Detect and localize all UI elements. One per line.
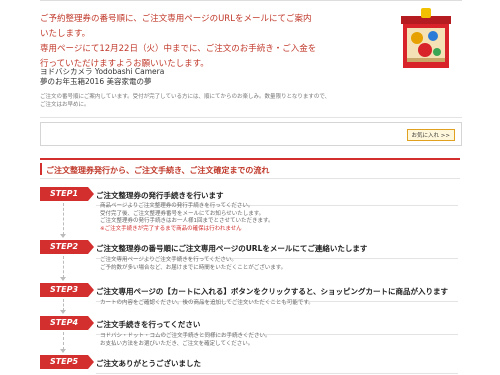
- lucky-box-image: [401, 8, 451, 68]
- add-to-favorites-button[interactable]: お気に入れ >>: [406, 129, 455, 141]
- step-heading: ご注文ありがとうございました: [96, 358, 458, 374]
- step-text: お支払い方法をお選びいただき、ご注文を確定してください。: [100, 340, 254, 347]
- flow-arrow: [60, 256, 66, 281]
- cart-panel: お気に入れ >>: [40, 122, 462, 146]
- intro-message: ご予約整理券の番号順に、ご注文専用ページのURLをメールにてご案内 いたします。…: [40, 12, 330, 72]
- step-badge: STEP2: [40, 240, 94, 254]
- step-description: カートの内容をご確認ください。後の商品を追加してご注文いただくことも可能です。: [100, 300, 455, 308]
- step-description: ご注文専用ページよりご注文手続きを行ってください。 ご予約数が多い場合など、お届…: [100, 257, 455, 272]
- shop-name: ヨドバシカメラ Yodobashi Camera: [40, 67, 165, 76]
- flow-title: ご注文整理券発行から、ご注文手続き、ご注文確定までの流れ: [46, 166, 270, 175]
- step-badge: STEP1: [40, 187, 94, 201]
- step-description: 商品ページよりご注文整理券の発行手続きを行ってください。 受付完了後、ご注文整理…: [100, 203, 455, 233]
- step-text: ヨドバシ・ドット・コムのご注文手続きと同様にお手続きください。: [100, 333, 271, 339]
- flow-arrow: [60, 332, 66, 353]
- step-badge: STEP5: [40, 355, 94, 369]
- step-text: 受付完了後、ご注文整理券番号をメールにてお知らせいたします。: [100, 210, 265, 217]
- step-text: ご予約数が多い場合など、お届けまでに時間をいただくことがございます。: [100, 264, 287, 271]
- step-description: ヨドバシ・ドット・コムのご注文手続きと同様にお手続きください。 お支払い方法をお…: [100, 333, 455, 348]
- step-text: カートの内容をご確認ください。後の商品を追加してご注文いただくことも可能です。: [100, 300, 314, 306]
- notice-text: ご注文の番号順にご案内しています。受付が完了している方には、順にてからのお楽しみ…: [40, 94, 331, 108]
- product-name: 夢のお年玉箱2016 美容家電の夢: [40, 77, 152, 86]
- shop-info: ヨドバシカメラ Yodobashi Camera 夢のお年玉箱2016 美容家電…: [40, 67, 164, 87]
- step-badge: STEP4: [40, 316, 94, 330]
- section-divider: [40, 117, 462, 118]
- step-text: ご注文専用ページよりご注文手続きを行ってください。: [100, 257, 237, 263]
- step-text: ご注文整理券の発行手続きはお一人様1回までとさせていただきます。: [100, 218, 274, 224]
- intro-line: 専用ページにて12月22日（火）中までに、ご注文のお手続き・ご入金を: [40, 44, 317, 54]
- intro-line: ご予約整理券の番号順に、ご注文専用ページのURLをメールにてご案内: [40, 14, 312, 24]
- flow-arrow: [60, 203, 66, 238]
- flow-section-header: ご注文整理券発行から、ご注文手続き、ご注文確定までの流れ: [40, 158, 460, 179]
- step-text: 商品ページよりご注文整理券の発行手続きを行ってください。: [100, 203, 254, 209]
- step-badge: STEP3: [40, 283, 94, 297]
- intro-line: いたします。: [40, 29, 91, 39]
- top-divider: [40, 0, 462, 1]
- flow-arrow: [60, 299, 66, 314]
- step-warning: ※ご注文手続きが完了するまで商品の確保は行われません: [100, 225, 242, 232]
